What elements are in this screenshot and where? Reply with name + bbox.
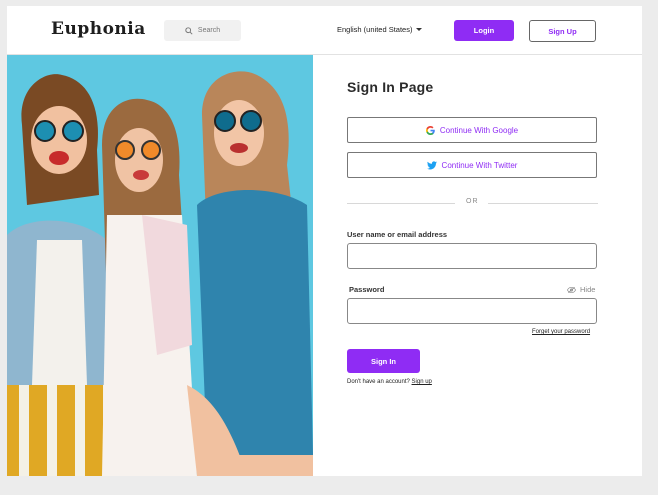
- no-account-prompt: Don't have an account? Sign up: [347, 379, 432, 385]
- search-icon: [185, 26, 193, 35]
- language-label: English (united States): [337, 25, 413, 34]
- hero-illustration: [7, 55, 313, 476]
- username-label: User name or email address: [347, 230, 448, 239]
- eye-slash-icon: [567, 286, 576, 293]
- continue-with-google-button[interactable]: Continue With Google: [347, 117, 597, 143]
- page-title: Sign In Page: [347, 79, 434, 95]
- search-placeholder: Search: [197, 27, 221, 34]
- twitter-button-label: Continue With Twitter: [441, 160, 518, 170]
- chevron-down-icon: [416, 28, 423, 31]
- hide-password-toggle[interactable]: Hide: [567, 285, 595, 294]
- signup-link[interactable]: Sign up: [412, 379, 432, 385]
- twitter-icon: [426, 160, 437, 169]
- top-navbar: Euphonia Search English (united States) …: [7, 6, 642, 55]
- divider-line-left: [347, 203, 455, 204]
- or-text: OR: [466, 198, 479, 205]
- password-label: Password: [349, 285, 385, 294]
- hero-photo: [7, 55, 313, 476]
- no-account-text: Don't have an account?: [347, 379, 410, 385]
- username-input[interactable]: [347, 243, 597, 269]
- google-button-label: Continue With Google: [439, 125, 519, 135]
- password-input[interactable]: [347, 298, 597, 324]
- hide-label: Hide: [580, 285, 596, 294]
- continue-with-twitter-button[interactable]: Continue With Twitter: [347, 152, 597, 178]
- sign-in-button[interactable]: Sign In: [347, 349, 420, 373]
- divider-line-right: [488, 203, 598, 204]
- page-frame: Euphonia Search English (united States) …: [7, 6, 642, 476]
- forgot-password-link[interactable]: Forget your password: [532, 329, 590, 335]
- or-divider: OR: [347, 198, 599, 208]
- google-icon: [425, 125, 435, 135]
- search-box[interactable]: Search: [164, 20, 241, 41]
- language-selector[interactable]: English (united States): [337, 25, 423, 34]
- logo[interactable]: Euphonia: [51, 19, 146, 39]
- login-button[interactable]: Login: [454, 20, 514, 41]
- signup-button[interactable]: Sign Up: [529, 20, 596, 42]
